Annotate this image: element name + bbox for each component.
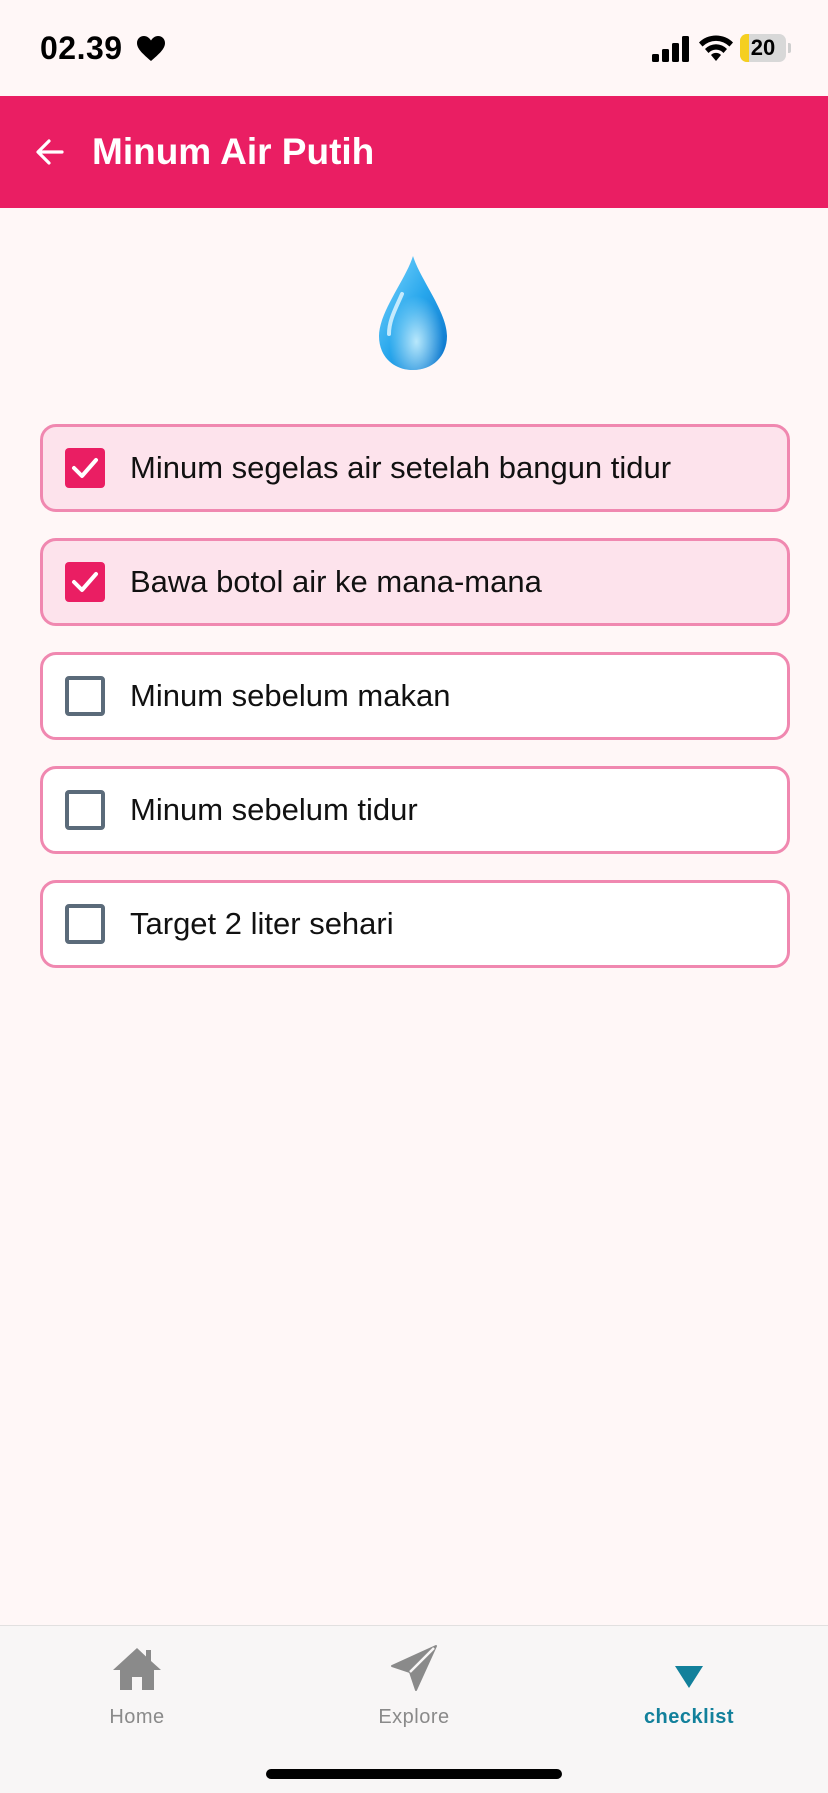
checklist-item-label: Minum sebelum makan	[130, 678, 451, 713]
checkbox[interactable]	[65, 904, 105, 944]
checkbox[interactable]	[65, 448, 105, 488]
status-time: 02.39	[40, 30, 123, 66]
nav-label-home: Home	[109, 1706, 165, 1728]
triangle-down-icon	[675, 1666, 703, 1688]
home-icon	[113, 1648, 161, 1690]
app-bar: Minum Air Putih	[0, 96, 828, 208]
checklist-item-label: Target 2 liter sehari	[130, 906, 394, 941]
checklist-item[interactable]: Target 2 liter sehari	[40, 880, 790, 968]
checklist-item-label: Bawa botol air ke mana-mana	[130, 564, 542, 599]
nav-item-checklist[interactable]: checklist	[599, 1626, 779, 1736]
status-bar: 02.39 20	[0, 0, 828, 96]
nav-label-checklist: checklist	[643, 1706, 735, 1728]
send-icon	[391, 1645, 437, 1691]
checklist-item[interactable]: Minum sebelum makan	[40, 652, 790, 740]
nav-item-explore[interactable]: Explore	[324, 1626, 504, 1736]
nav-label-explore: Explore	[378, 1706, 450, 1728]
water-drop-icon	[379, 256, 447, 370]
nav-item-home[interactable]: Home	[47, 1626, 227, 1736]
checkbox[interactable]	[65, 790, 105, 830]
page-title: Minum Air Putih	[92, 131, 375, 172]
checkbox[interactable]	[65, 562, 105, 602]
checkmark-icon	[72, 572, 98, 592]
home-indicator	[266, 1769, 562, 1779]
bottom-nav: Home Explore checklist	[0, 1625, 828, 1793]
heart-icon	[137, 36, 165, 61]
checkmark-icon	[72, 458, 98, 478]
battery-level: 20	[750, 35, 776, 60]
signal-icon	[652, 36, 689, 62]
checkbox[interactable]	[65, 676, 105, 716]
checklist: Minum segelas air setelah bangun tidur B…	[40, 424, 790, 994]
checklist-item[interactable]: Bawa botol air ke mana-mana	[40, 538, 790, 626]
wifi-icon	[699, 35, 733, 61]
checklist-item-label: Minum segelas air setelah bangun tidur	[130, 450, 672, 485]
arrow-left-icon[interactable]	[30, 132, 70, 172]
battery-body: 20	[740, 34, 786, 62]
checklist-item[interactable]: Minum sebelum tidur	[40, 766, 790, 854]
checklist-item[interactable]: Minum segelas air setelah bangun tidur	[40, 424, 790, 512]
battery-indicator: 20	[740, 34, 791, 62]
checklist-item-label: Minum sebelum tidur	[130, 792, 418, 827]
battery-cap	[788, 43, 791, 53]
